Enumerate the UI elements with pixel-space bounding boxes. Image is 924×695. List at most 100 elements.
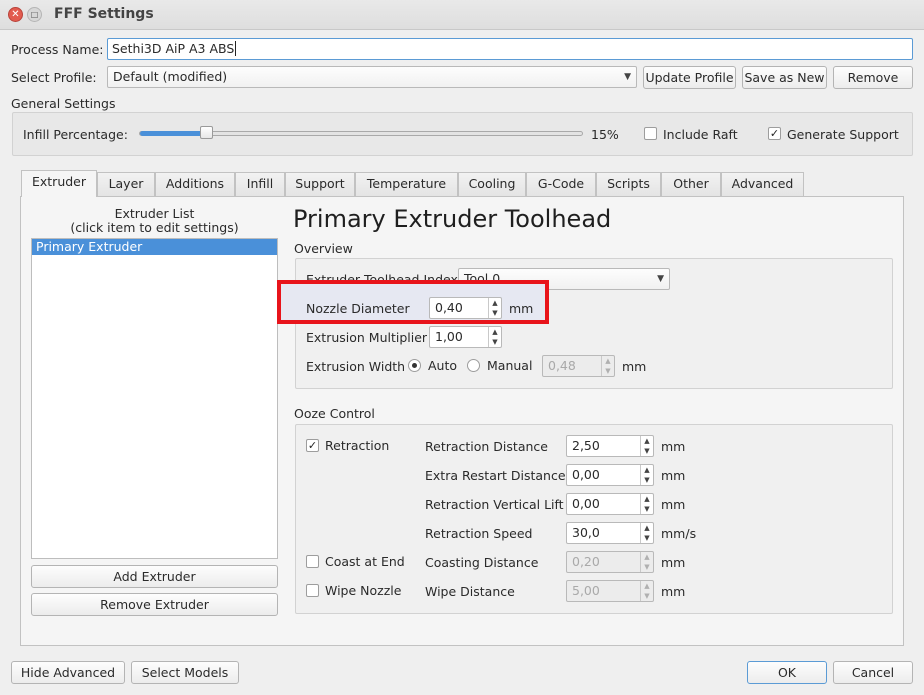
- infill-slider-handle[interactable]: [200, 126, 213, 139]
- general-settings-title: General Settings: [11, 96, 116, 111]
- include-raft-checkbox[interactable]: [644, 127, 657, 140]
- retraction-vertical-lift-label: Retraction Vertical Lift: [425, 497, 564, 512]
- close-icon[interactable]: ✕: [8, 7, 23, 22]
- select-models-button[interactable]: Select Models: [131, 661, 239, 684]
- extrusion-width-label: Extrusion Width: [306, 359, 406, 374]
- maximize-icon[interactable]: □: [27, 7, 42, 22]
- retraction-vertical-lift-spinbox[interactable]: 0,00 ▲ ▼: [566, 493, 654, 515]
- spin-arrows-icon[interactable]: ▲ ▼: [488, 298, 501, 318]
- tab-advanced[interactable]: Advanced: [721, 172, 804, 196]
- extruder-list-subtitle: (click item to edit settings): [70, 220, 239, 235]
- extruder-list-title: Extruder List: [114, 206, 195, 221]
- extruder-list[interactable]: Primary Extruder: [31, 238, 278, 559]
- nozzle-diameter-unit: mm: [509, 301, 534, 316]
- tab-infill[interactable]: Infill: [235, 172, 285, 196]
- add-extruder-button[interactable]: Add Extruder: [31, 565, 278, 588]
- toolhead-heading: Primary Extruder Toolhead: [293, 205, 612, 233]
- remove-extruder-button[interactable]: Remove Extruder: [31, 593, 278, 616]
- retraction-speed-spinbox[interactable]: 30,0 ▲ ▼: [566, 522, 654, 544]
- extrusion-width-spinbox[interactable]: 0,48 ▲ ▼: [542, 355, 615, 377]
- retraction-distance-unit: mm: [661, 439, 686, 454]
- width-auto-radio[interactable]: [408, 359, 421, 372]
- tab-support[interactable]: Support: [285, 172, 355, 196]
- save-as-new-button[interactable]: Save as New: [742, 66, 827, 89]
- coast-at-end-label: Coast at End: [325, 554, 405, 569]
- infill-value: 15%: [591, 127, 619, 142]
- extrusion-multiplier-label: Extrusion Multiplier: [306, 330, 428, 345]
- retraction-speed-value: 30,0: [572, 525, 600, 540]
- process-name-label: Process Name:: [11, 42, 104, 57]
- width-manual-radio[interactable]: [467, 359, 480, 372]
- ooze-control-title: Ooze Control: [294, 406, 375, 421]
- retraction-distance-label: Retraction Distance: [425, 439, 548, 454]
- retraction-vertical-lift-value: 0,00: [572, 496, 600, 511]
- extra-restart-distance-label: Extra Restart Distance: [425, 468, 566, 483]
- retraction-label: Retraction: [325, 438, 390, 453]
- tab-additions[interactable]: Additions: [155, 172, 235, 196]
- hide-advanced-button[interactable]: Hide Advanced: [11, 661, 125, 684]
- retraction-speed-unit: mm/s: [661, 526, 697, 541]
- nozzle-diameter-label: Nozzle Diameter: [306, 301, 410, 316]
- spin-arrows-icon[interactable]: ▲ ▼: [601, 356, 614, 376]
- wipe-distance-label: Wipe Distance: [425, 584, 515, 599]
- extrusion-multiplier-value: 1,00: [435, 329, 463, 344]
- nozzle-diameter-value: 0,40: [435, 300, 463, 315]
- wipe-distance-value: 5,00: [572, 583, 600, 598]
- width-manual-label: Manual: [487, 358, 533, 373]
- wipe-distance-unit: mm: [661, 584, 686, 599]
- ok-button[interactable]: OK: [747, 661, 827, 684]
- wipe-nozzle-label: Wipe Nozzle: [325, 583, 402, 598]
- generate-support-label: Generate Support: [787, 127, 899, 142]
- nozzle-diameter-spinbox[interactable]: 0,40 ▲ ▼: [429, 297, 502, 319]
- spin-arrows-icon[interactable]: ▲ ▼: [640, 436, 653, 456]
- tab-temperature[interactable]: Temperature: [355, 172, 458, 196]
- tab-other[interactable]: Other: [661, 172, 721, 196]
- profile-select[interactable]: Default (modified) ▼: [107, 66, 637, 88]
- overview-title: Overview: [294, 241, 353, 256]
- tab-scripts[interactable]: Scripts: [596, 172, 661, 196]
- retraction-distance-value: 2,50: [572, 438, 600, 453]
- wipe-distance-spinbox[interactable]: 5,00 ▲ ▼: [566, 580, 654, 602]
- remove-profile-button[interactable]: Remove: [833, 66, 913, 89]
- extrusion-width-unit: mm: [622, 359, 647, 374]
- window-title: FFF Settings: [54, 6, 154, 22]
- coasting-distance-spinbox[interactable]: 0,20 ▲ ▼: [566, 551, 654, 573]
- extruder-list-item[interactable]: Primary Extruder: [32, 239, 277, 255]
- retraction-speed-label: Retraction Speed: [425, 526, 533, 541]
- spin-arrows-icon[interactable]: ▲ ▼: [640, 494, 653, 514]
- coasting-distance-value: 0,20: [572, 554, 600, 569]
- retraction-vertical-lift-unit: mm: [661, 497, 686, 512]
- tab-layer[interactable]: Layer: [97, 172, 155, 196]
- profile-select-value: Default (modified): [113, 69, 228, 84]
- retraction-checkbox[interactable]: ✓: [306, 439, 319, 452]
- width-auto-label: Auto: [428, 358, 458, 373]
- include-raft-label: Include Raft: [663, 127, 738, 142]
- retraction-distance-spinbox[interactable]: 2,50 ▲ ▼: [566, 435, 654, 457]
- generate-support-checkbox[interactable]: ✓: [768, 127, 781, 140]
- extra-restart-distance-unit: mm: [661, 468, 686, 483]
- tab-extruder[interactable]: Extruder: [21, 170, 97, 197]
- infill-slider-fill: [140, 131, 207, 136]
- spin-arrows-icon[interactable]: ▲ ▼: [640, 581, 653, 601]
- chevron-down-icon: ▼: [624, 72, 631, 82]
- cancel-button[interactable]: Cancel: [833, 661, 913, 684]
- spin-arrows-icon[interactable]: ▲ ▼: [640, 465, 653, 485]
- coast-at-end-checkbox[interactable]: [306, 555, 319, 568]
- coasting-distance-label: Coasting Distance: [425, 555, 539, 570]
- spin-arrows-icon[interactable]: ▲ ▼: [640, 552, 653, 572]
- update-profile-button[interactable]: Update Profile: [643, 66, 736, 89]
- spin-arrows-icon[interactable]: ▲ ▼: [488, 327, 501, 347]
- extra-restart-distance-spinbox[interactable]: 0,00 ▲ ▼: [566, 464, 654, 486]
- spin-arrows-icon[interactable]: ▲ ▼: [640, 523, 653, 543]
- chevron-down-icon: ▼: [657, 274, 664, 284]
- select-profile-label: Select Profile:: [11, 70, 97, 85]
- infill-percentage-label: Infill Percentage:: [23, 127, 128, 142]
- extrusion-width-value: 0,48: [548, 358, 576, 373]
- coasting-distance-unit: mm: [661, 555, 686, 570]
- wipe-nozzle-checkbox[interactable]: [306, 584, 319, 597]
- tab-g-code[interactable]: G-Code: [526, 172, 596, 196]
- tab-cooling[interactable]: Cooling: [458, 172, 526, 196]
- extrusion-multiplier-spinbox[interactable]: 1,00 ▲ ▼: [429, 326, 502, 348]
- infill-slider[interactable]: [139, 126, 583, 139]
- process-name-input[interactable]: Sethi3D AiP A3 ABS: [107, 38, 913, 60]
